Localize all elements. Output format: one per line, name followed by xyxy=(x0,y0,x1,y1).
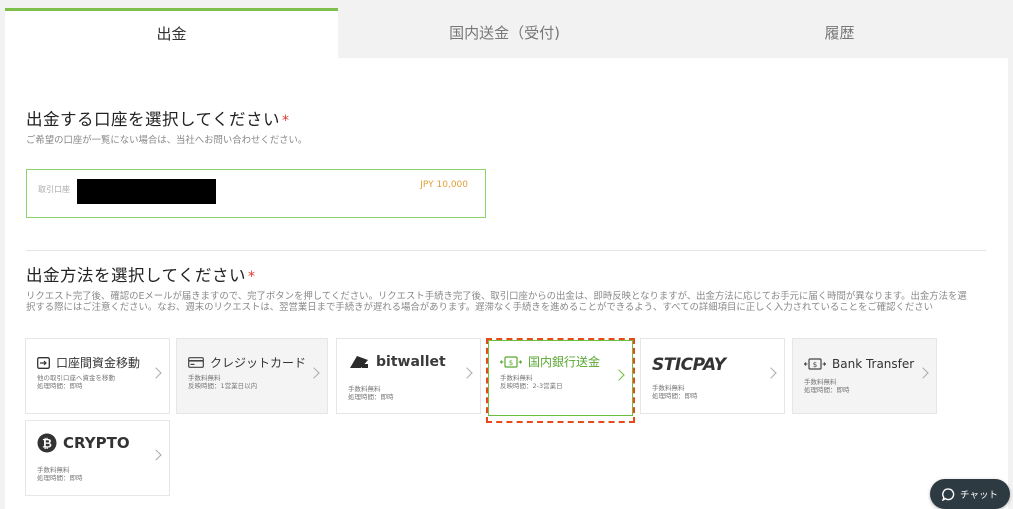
method-card-bitwallet[interactable]: bitwallet 手数料無料 処理時間：即時 xyxy=(336,338,481,414)
method-card-details: 他の取引口座へ資金を移動 処理時間：即時 xyxy=(37,374,115,390)
method-card-details: 手数料無料 処理時間：即時 xyxy=(348,385,394,401)
bank-transfer-icon: $ xyxy=(804,358,826,370)
method-card-details: 手数料無料 反映時間：2-3営業日 xyxy=(500,374,563,390)
account-balance: JPY 10,000 xyxy=(420,180,468,190)
chevron-right-icon xyxy=(150,449,162,461)
section-divider xyxy=(26,250,986,251)
tab-bar: 出金 国内送金（受付) 履歴 xyxy=(0,8,1013,58)
method-card-crypto[interactable]: ₿ CRYPTO 手数料無料 処理時間：即時 xyxy=(25,420,170,496)
chevron-right-icon xyxy=(917,367,929,379)
tab-withdrawal[interactable]: 出金 xyxy=(5,8,338,58)
sticpay-logo: STICPAY xyxy=(652,355,726,375)
method-section-title: 出金方法を選択してください * xyxy=(26,266,256,285)
account-select[interactable]: 取引口座 JPY 10,000 xyxy=(26,169,486,218)
svg-text:$: $ xyxy=(813,361,817,369)
method-card-details: 手数料無料 処理時間：即時 xyxy=(652,384,698,400)
credit-card-icon xyxy=(188,357,204,368)
account-section-title: 出金する口座を選択してください * xyxy=(26,110,290,129)
redacted-account-number xyxy=(77,179,216,204)
chevron-right-icon xyxy=(150,367,162,379)
account-section-note: ご希望の口座が一覧にない場合は、当社へお問い合わせください。 xyxy=(26,135,308,146)
chevron-right-icon xyxy=(308,367,320,379)
chat-bubble-icon xyxy=(942,487,955,501)
transfer-icon xyxy=(37,356,50,369)
method-card-credit-card[interactable]: クレジットカード 手数料無料 反映時間：1営業日以内 xyxy=(176,338,328,414)
method-card-details: 手数料無料 処理時間：即時 xyxy=(37,466,83,482)
method-card-internal-transfer[interactable]: 口座間資金移動 他の取引口座へ資金を移動 処理時間：即時 xyxy=(25,338,170,414)
chevron-right-icon xyxy=(461,367,473,379)
tab-history[interactable]: 履歴 xyxy=(671,8,1008,58)
method-section-note: リクエスト完了後、確認のEメールが届きますので、完了ボタンを押してください。リク… xyxy=(26,291,967,313)
method-card-sticpay[interactable]: STICPAY 手数料無料 処理時間：即時 xyxy=(640,338,785,414)
chevron-right-icon xyxy=(613,369,625,381)
bitwallet-icon xyxy=(348,354,370,370)
required-mark: * xyxy=(282,113,290,129)
svg-text:₿: ₿ xyxy=(42,437,52,451)
method-card-details: 手数料無料 処理時間：即時 xyxy=(804,378,850,394)
chat-button[interactable]: チャット xyxy=(930,479,1010,509)
bitcoin-icon: ₿ xyxy=(37,433,57,453)
svg-text:$: $ xyxy=(509,359,513,367)
bank-transfer-icon: $ xyxy=(500,355,522,368)
method-card-bank-transfer[interactable]: $ Bank Transfer 手数料無料 処理時間：即時 xyxy=(792,338,937,414)
method-card-details: 手数料無料 反映時間：1営業日以内 xyxy=(188,374,258,390)
chevron-right-icon xyxy=(765,367,777,379)
account-label: 取引口座 xyxy=(38,185,70,194)
required-mark: * xyxy=(248,269,256,285)
tab-domestic-transfer[interactable]: 国内送金（受付) xyxy=(338,8,671,58)
method-card-domestic-bank[interactable]: $ 国内銀行送金 手数料無料 反映時間：2-3営業日 xyxy=(488,340,633,416)
